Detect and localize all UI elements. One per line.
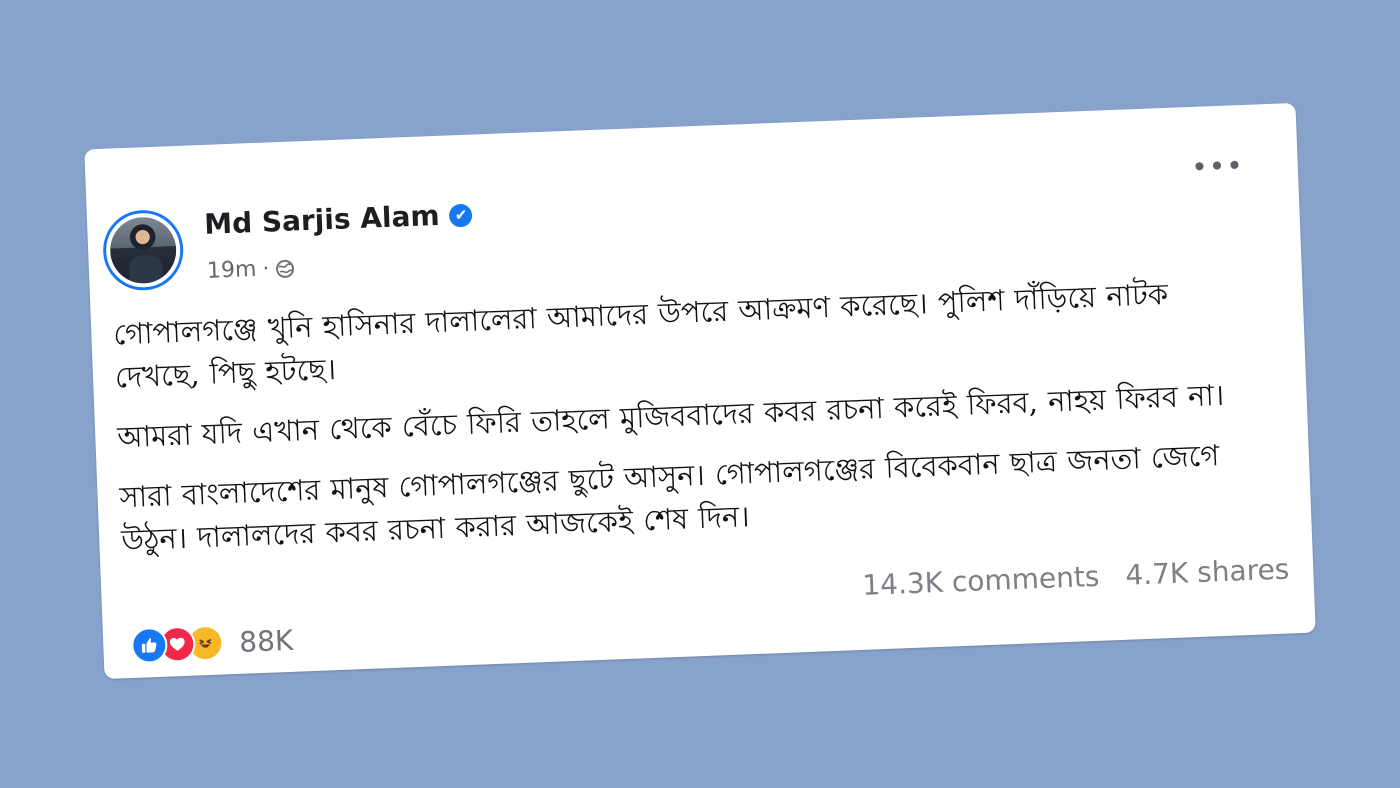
post-meta: 19m · [207,255,296,284]
like-icon [130,626,169,665]
meta-separator: · [261,256,270,282]
reaction-summary[interactable]: 88K [130,622,294,665]
globe-icon [276,259,295,278]
verified-badge-icon: ✔ [449,203,473,227]
post-body: গোপালগঞ্জে খুনি হাসিনার দালালেরা আমাদের … [113,270,1252,562]
reaction-icons [130,624,224,665]
comments-count[interactable]: 14.3K comments [862,560,1100,602]
facebook-post-card: Md Sarjis Alam ✔ 19m · ••• গোপালগঞ্জে খু… [84,102,1316,680]
shares-count[interactable]: 4.7K shares [1125,553,1290,592]
post-stats: 14.3K comments 4.7K shares [862,553,1290,602]
profile-photo [108,216,178,285]
author-name[interactable]: Md Sarjis Alam [204,199,441,241]
reaction-count: 88K [238,623,294,659]
more-options-icon[interactable]: ••• [1191,149,1245,184]
author-avatar[interactable] [101,208,185,292]
author-name-row: Md Sarjis Alam ✔ [204,199,473,241]
post-time[interactable]: 19m [207,257,257,284]
